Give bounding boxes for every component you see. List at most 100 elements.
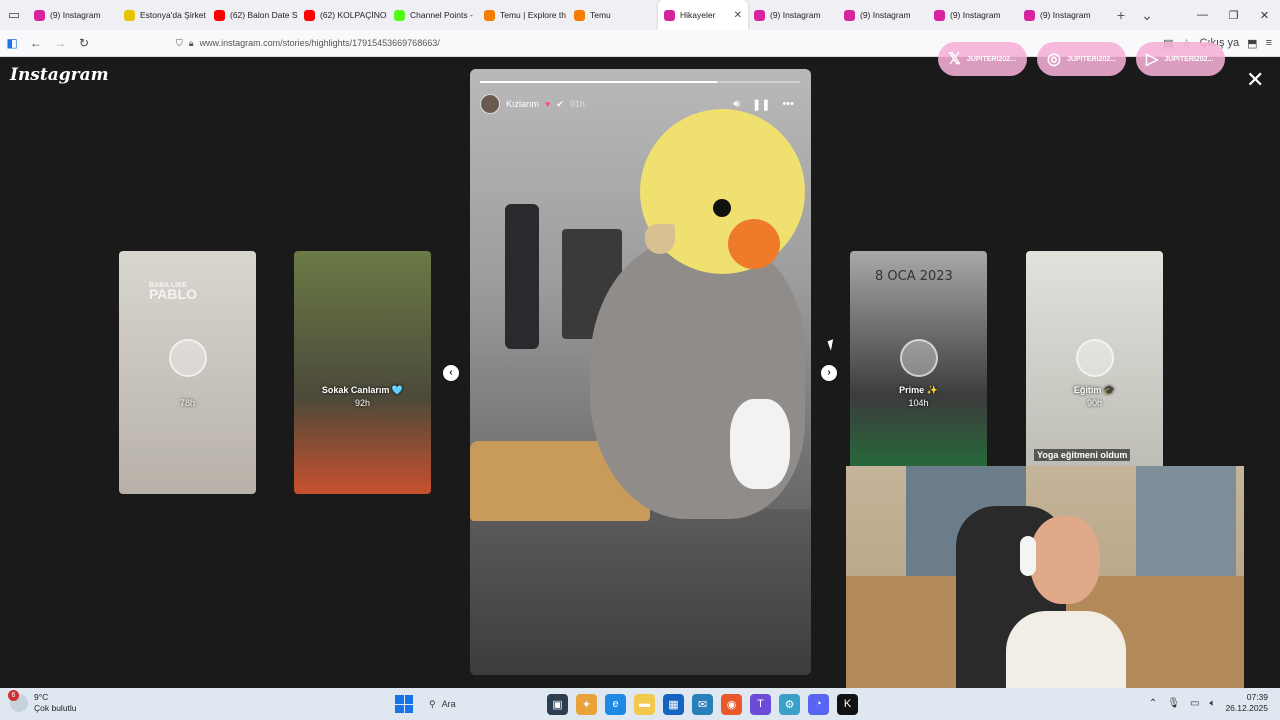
reload-button[interactable]: ↻	[72, 36, 96, 50]
browser-tab[interactable]: Hikayeler ✕	[658, 0, 748, 30]
close-tab-icon[interactable]: ✕	[734, 10, 742, 21]
browser-tab[interactable]: (9) Instagram	[28, 0, 118, 30]
windows-taskbar: 6 9°C Çok bulutlu ⚲ Ara ▣ ✦ e ▬ ▦ ✉ ◉ T ⚙…	[0, 688, 1280, 720]
kick-icon	[394, 9, 405, 21]
forward-button[interactable]: →	[48, 36, 72, 50]
thumb-date: 8 OCA 2023	[875, 269, 953, 284]
address-bar[interactable]: ⛉ 🔒︎ www.instagram.com/stories/highlight…	[176, 32, 976, 54]
story-avatar[interactable]	[480, 94, 500, 114]
browser-tab[interactable]: (62) KOLPAÇİNO	[298, 0, 388, 30]
youtube-icon: ▷	[1146, 51, 1159, 68]
volume-icon[interactable]: 🔈︎	[1209, 698, 1215, 709]
kick-icon[interactable]: K	[837, 693, 858, 715]
story-header: Kızlarım ♥ ✔ 91h 🔊︎ ❚❚ •••	[480, 93, 802, 115]
clock[interactable]: 07:39 26.12.2025	[1225, 692, 1268, 714]
tab-label: (9) Instagram	[50, 10, 101, 20]
weather-widget[interactable]: 6 9°C Çok bulutlu	[8, 690, 77, 714]
browser-tab[interactable]: (62) Balon Date S	[208, 0, 298, 30]
back-button[interactable]: ←	[24, 36, 48, 50]
story-thumb-2[interactable]: Sokak Canlarım 🩵 92h	[294, 251, 431, 494]
temu-icon	[484, 9, 495, 21]
verified-icon: ✔	[556, 98, 564, 109]
story-viewer[interactable]: Kızlarım ♥ ✔ 91h 🔊︎ ❚❚ •••	[470, 69, 811, 675]
file-explorer-icon[interactable]: ▬	[634, 693, 655, 715]
store-icon[interactable]: ▦	[663, 693, 684, 715]
browser-tab[interactable]: Temu	[568, 0, 658, 30]
browser-tab[interactable]: Estonya'da Şirket	[118, 0, 208, 30]
thumb-caption: Yoga eğitmeni oldum	[1034, 449, 1131, 461]
streamer-face	[1030, 516, 1100, 604]
tab-label: Estonya'da Şirket	[140, 10, 206, 20]
clock-time: 07:39	[1246, 692, 1268, 702]
tab-label: Channel Points -	[410, 10, 473, 20]
sound-icon[interactable]: 🔊︎	[733, 98, 740, 111]
extensions-icon[interactable]: ⬒	[1247, 37, 1257, 50]
overlay-pill-label: JUPITERI202...	[1164, 55, 1214, 63]
thumb-name: Eğitim 🎓	[1073, 385, 1116, 395]
pause-icon[interactable]: ❚❚	[752, 98, 770, 111]
firefox-icon[interactable]: ◉	[721, 693, 742, 715]
network-icon[interactable]: ▭	[1190, 698, 1199, 709]
story-thumb-1[interactable]: BABA LIKE PABLO 78h	[119, 251, 256, 494]
browser-tab[interactable]: (9) Instagram	[1018, 0, 1108, 30]
copilot-icon[interactable]: ✦	[576, 693, 597, 715]
instagram-icon	[1024, 9, 1035, 21]
youtube-icon	[214, 9, 225, 21]
browser-tab[interactable]: Temu | Explore th	[478, 0, 568, 30]
story-bottle	[505, 204, 539, 349]
bird-eye	[713, 199, 731, 217]
task-view-icon[interactable]: ▣	[547, 693, 568, 715]
close-stories-icon[interactable]: ✕	[1246, 69, 1264, 91]
instagram-icon	[664, 9, 675, 21]
overlay-pill-x: 𝕏 JUPITERI202...	[938, 42, 1027, 76]
menu-icon[interactable]: ≡	[1266, 37, 1272, 50]
tab-label: (9) Instagram	[860, 10, 911, 20]
avatar	[1075, 339, 1114, 377]
browser-tab[interactable]: (9) Instagram	[928, 0, 1018, 30]
instagram-logo[interactable]: Instagram	[10, 65, 109, 85]
microphone-icon[interactable]: 🎙︎	[1167, 698, 1180, 709]
minimize-button[interactable]: —	[1187, 9, 1218, 22]
prev-story-button[interactable]: ‹	[443, 365, 459, 381]
sidebar-toggle-icon[interactable]: ◧	[0, 36, 24, 50]
avatar	[168, 339, 207, 377]
bird-wing	[730, 399, 790, 489]
settings-icon[interactable]: ⚙	[779, 693, 800, 715]
story-thumb-3[interactable]: 8 OCA 2023 Prime ✨ 104h	[850, 251, 987, 494]
story-counter	[470, 509, 811, 675]
story-username[interactable]: Kızlarım	[506, 99, 539, 109]
headset-icon	[1020, 536, 1036, 576]
teams-icon[interactable]: T	[750, 693, 771, 715]
next-story-button[interactable]: ›	[821, 365, 837, 381]
tab-label: (9) Instagram	[950, 10, 1001, 20]
tab-list-icon[interactable]: ▭	[0, 0, 28, 30]
instagram-icon: ◎	[1047, 51, 1061, 68]
more-icon[interactable]: •••	[782, 98, 794, 111]
browser-tab[interactable]: (9) Instagram	[748, 0, 838, 30]
watermark-big: PABLO	[149, 286, 197, 302]
taskbar-search[interactable]: ⚲ Ara	[421, 692, 539, 716]
thumb-name: Sokak Canlarım 🩵	[321, 385, 404, 395]
temu-icon	[574, 9, 585, 21]
shield-icon: ⛉	[176, 37, 183, 48]
outlook-icon[interactable]: ✉	[692, 693, 713, 715]
cloud-icon: 6	[8, 690, 28, 712]
maximize-button[interactable]: ❐	[1218, 9, 1249, 22]
close-window-button[interactable]: ✕	[1249, 9, 1280, 22]
browser-tab[interactable]: (9) Instagram	[838, 0, 928, 30]
tab-list-dropdown-icon[interactable]: ⌄	[1134, 7, 1160, 24]
browser-tab[interactable]: Channel Points -	[388, 0, 478, 30]
tab-label: (62) Balon Date S	[230, 10, 298, 20]
overlay-pill-instagram: ◎ JUPITERI202...	[1037, 42, 1126, 76]
chevron-up-icon[interactable]: ⌃	[1149, 698, 1157, 709]
search-icon: ⚲	[429, 698, 436, 709]
story-thumb-4[interactable]: Eğitim 🎓 90h Yoga eğitmeni oldum	[1026, 251, 1163, 494]
thumb-time: 90h	[1086, 398, 1103, 408]
discord-icon[interactable]: ◔	[808, 693, 829, 715]
start-button[interactable]	[395, 695, 413, 713]
weather-temp: 9°C	[34, 692, 49, 702]
new-tab-button[interactable]: +	[1108, 7, 1134, 23]
instagram-icon	[754, 9, 765, 21]
edge-icon[interactable]: e	[605, 693, 626, 715]
overlay-pill-label: JUPITERI202...	[966, 55, 1016, 63]
